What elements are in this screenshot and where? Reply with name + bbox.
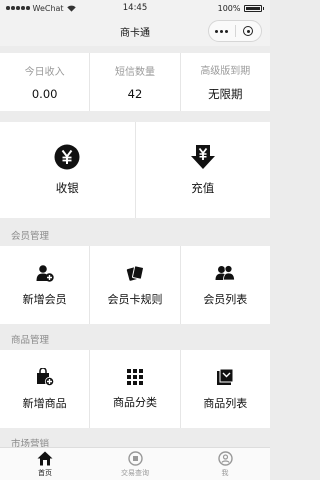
recharge-label: 充值 bbox=[191, 181, 215, 195]
cashier-button[interactable]: 收银 bbox=[0, 122, 136, 218]
page-title: 商卡通 bbox=[120, 27, 150, 39]
add-bag-icon bbox=[36, 367, 54, 386]
add-goods-button[interactable]: 新增商品 bbox=[0, 350, 91, 428]
tab-home[interactable]: 首页 bbox=[0, 448, 90, 480]
cashier-label: 收银 bbox=[55, 181, 79, 195]
member-card-rules-label: 会员卡规则 bbox=[107, 292, 163, 306]
stat-value: 42 bbox=[127, 87, 143, 101]
add-member-label: 新增会员 bbox=[22, 292, 67, 306]
stat-label: 短信数量 bbox=[114, 67, 155, 78]
cards-icon bbox=[126, 264, 144, 281]
close-miniprogram-icon[interactable] bbox=[236, 26, 262, 36]
tab-label: 我 bbox=[221, 468, 229, 477]
stat-value: 0.00 bbox=[31, 87, 58, 101]
stats-panel: 今日收入 0.00 短信数量 42 高级版到期 无限期 bbox=[0, 53, 270, 111]
member-list-button[interactable]: 会员列表 bbox=[181, 246, 270, 324]
tab-label: 首页 bbox=[38, 468, 52, 477]
add-goods-label: 新增商品 bbox=[22, 396, 67, 410]
stat-value: 无限期 bbox=[208, 87, 243, 101]
stat-label: 高级版到期 bbox=[200, 66, 251, 77]
yen-down-arrow-icon bbox=[190, 145, 215, 169]
miniprogram-capsule bbox=[208, 20, 262, 42]
section-header-members: 会员管理 bbox=[11, 231, 50, 242]
transactions-icon bbox=[127, 450, 143, 466]
stat-today-income: 今日收入 0.00 bbox=[0, 53, 91, 111]
add-user-icon bbox=[36, 264, 54, 282]
member-list-label: 会员列表 bbox=[203, 292, 248, 306]
goods-list-icon bbox=[217, 368, 234, 385]
main-actions: 收银 充值 bbox=[0, 122, 270, 218]
battery-icon bbox=[243, 4, 262, 12]
member-grid: 新增会员 会员卡规则 会员列表 bbox=[0, 246, 270, 324]
stat-sms-count: 短信数量 42 bbox=[90, 53, 181, 111]
grid-dots-icon bbox=[126, 368, 143, 385]
tab-profile[interactable]: 我 bbox=[180, 448, 270, 480]
tab-label: 交易查询 bbox=[121, 468, 149, 477]
goods-list-button[interactable]: 商品列表 bbox=[181, 350, 270, 428]
profile-icon bbox=[217, 450, 233, 466]
status-time: 14:45 bbox=[122, 3, 148, 13]
yen-circle-icon bbox=[54, 144, 80, 170]
recharge-button[interactable]: 充值 bbox=[136, 122, 271, 218]
more-options-icon[interactable] bbox=[209, 29, 235, 33]
goods-grid: 新增商品 商品分类 商品列表 bbox=[0, 350, 270, 428]
stat-label: 今日收入 bbox=[24, 67, 65, 78]
section-header-goods: 商品管理 bbox=[11, 335, 50, 346]
users-icon bbox=[215, 264, 236, 280]
navigation-bar: 商卡通 bbox=[0, 16, 270, 46]
stat-premium-expiry: 高级版到期 无限期 bbox=[181, 53, 270, 111]
goods-category-label: 商品分类 bbox=[112, 395, 157, 409]
tab-bar: 首页 交易查询 我 bbox=[0, 447, 270, 480]
add-member-button[interactable]: 新增会员 bbox=[0, 246, 91, 324]
goods-category-button[interactable]: 商品分类 bbox=[90, 350, 181, 428]
home-icon bbox=[37, 451, 53, 465]
status-bar: WeChat 14:45 100% bbox=[0, 0, 270, 16]
tab-transactions[interactable]: 交易查询 bbox=[90, 448, 180, 480]
goods-list-label: 商品列表 bbox=[203, 396, 248, 410]
member-card-rules-button[interactable]: 会员卡规则 bbox=[90, 246, 181, 324]
